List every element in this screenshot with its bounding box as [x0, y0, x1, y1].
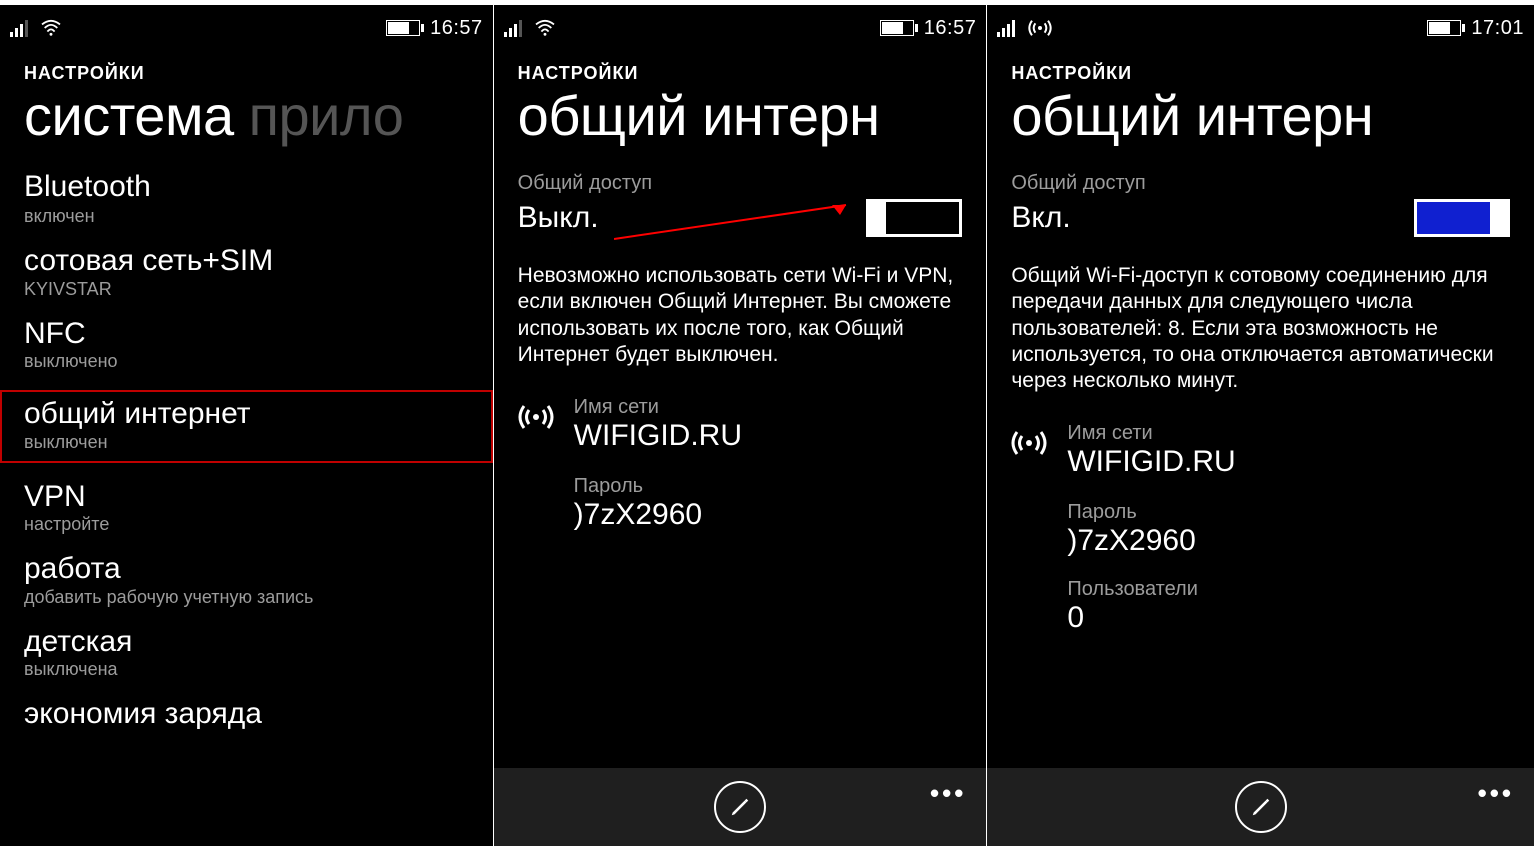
list-item-battery-saver[interactable]: экономия заряда — [24, 698, 469, 730]
list-item-cellular[interactable]: сотовая сеть+SIM KYIVSTAR — [24, 245, 469, 300]
net-value: WIFIGID.RU — [1067, 445, 1235, 479]
pivot-main: система — [24, 84, 234, 147]
users-label: Пользователи — [1067, 578, 1510, 601]
app-bar: ••• — [987, 768, 1534, 846]
page-title: общий интерн — [494, 88, 987, 144]
share-description: Невозможно использовать сети Wi-Fi и VPN… — [494, 263, 987, 368]
app-bar: ••• — [494, 768, 987, 846]
item-sub: выключено — [24, 351, 469, 372]
signal-icon — [10, 19, 28, 37]
wifi-icon — [534, 19, 556, 37]
item-title: VPN — [24, 481, 469, 513]
screen-settings-system: 16:57 НАСТРОЙКИ система прило Bluetooth … — [0, 5, 493, 846]
signal-icon — [504, 19, 522, 37]
edit-button[interactable] — [1235, 781, 1287, 833]
net-label: Имя сети — [1067, 422, 1235, 445]
network-name-row[interactable]: Имя сети WIFIGID.RU — [494, 396, 987, 453]
users-value: 0 — [1067, 601, 1510, 635]
pwd-value: )7zX2960 — [1067, 524, 1510, 558]
share-description: Общий Wi-Fi-доступ к сотовому соединению… — [987, 263, 1534, 394]
item-title: NFC — [24, 318, 469, 350]
status-bar: 17:01 — [987, 5, 1534, 45]
page-title[interactable]: система прило — [0, 88, 493, 144]
edit-button[interactable] — [714, 781, 766, 833]
list-item-hotspot[interactable]: общий интернет выключен — [0, 390, 493, 463]
breadcrumb: НАСТРОЙКИ — [494, 45, 987, 88]
broadcast-status-icon — [1027, 18, 1053, 38]
share-state: Вкл. — [1011, 201, 1070, 235]
status-bar: 16:57 — [494, 5, 987, 45]
item-title: экономия заряда — [24, 698, 469, 730]
pwd-label: Пароль — [574, 475, 963, 498]
broadcast-icon — [518, 396, 556, 453]
net-value: WIFIGID.RU — [574, 419, 742, 453]
wifi-icon — [40, 19, 62, 37]
screen-hotspot-off: 16:57 НАСТРОЙКИ общий интерн Общий досту… — [494, 5, 987, 846]
item-sub: выключена — [24, 659, 469, 680]
users-row: Пользователи 0 — [987, 578, 1534, 635]
battery-icon — [386, 20, 420, 36]
item-sub: добавить рабочую учетную запись — [24, 587, 469, 608]
breadcrumb: НАСТРОЙКИ — [987, 45, 1534, 88]
password-row[interactable]: Пароль )7zX2960 — [987, 501, 1534, 558]
more-button[interactable]: ••• — [1478, 778, 1514, 809]
list-item-kids[interactable]: детская выключена — [24, 626, 469, 681]
screen-hotspot-on: 17:01 НАСТРОЙКИ общий интерн Общий досту… — [987, 5, 1534, 846]
list-item-vpn[interactable]: VPN настройте — [24, 481, 469, 536]
breadcrumb: НАСТРОЙКИ — [0, 45, 493, 88]
clock: 16:57 — [924, 17, 977, 40]
battery-icon — [880, 20, 914, 36]
item-title: общий интернет — [24, 398, 469, 430]
status-bar: 16:57 — [0, 5, 493, 45]
item-title: работа — [24, 553, 469, 585]
item-sub: выключен — [24, 432, 469, 453]
item-title: детская — [24, 626, 469, 658]
list-item-nfc[interactable]: NFC выключено — [24, 318, 469, 373]
pwd-label: Пароль — [1067, 501, 1510, 524]
more-button[interactable]: ••• — [930, 778, 966, 809]
share-toggle[interactable] — [1414, 199, 1510, 237]
pwd-value: )7zX2960 — [574, 498, 963, 532]
item-sub: включен — [24, 206, 469, 227]
arrow-annotation-icon — [614, 201, 874, 241]
clock: 16:57 — [430, 17, 483, 40]
broadcast-icon — [1011, 422, 1049, 479]
password-row[interactable]: Пароль )7zX2960 — [494, 475, 987, 532]
net-label: Имя сети — [574, 396, 742, 419]
share-toggle[interactable] — [866, 199, 962, 237]
page-title: общий интерн — [987, 88, 1534, 144]
list-item-bluetooth[interactable]: Bluetooth включен — [24, 172, 469, 227]
pivot-next: прило — [249, 84, 404, 147]
item-sub: KYIVSTAR — [24, 279, 469, 300]
battery-icon — [1427, 20, 1461, 36]
list-item-work[interactable]: работа добавить рабочую учетную запись — [24, 553, 469, 608]
settings-list[interactable]: Bluetooth включен сотовая сеть+SIM KYIVS… — [0, 172, 493, 846]
network-name-row[interactable]: Имя сети WIFIGID.RU — [987, 422, 1534, 479]
share-label: Общий доступ — [494, 172, 987, 195]
item-title: сотовая сеть+SIM — [24, 245, 469, 277]
share-state: Выкл. — [518, 201, 599, 235]
item-sub: настройте — [24, 514, 469, 535]
clock: 17:01 — [1471, 17, 1524, 40]
share-label: Общий доступ — [987, 172, 1534, 195]
signal-icon — [997, 19, 1015, 37]
